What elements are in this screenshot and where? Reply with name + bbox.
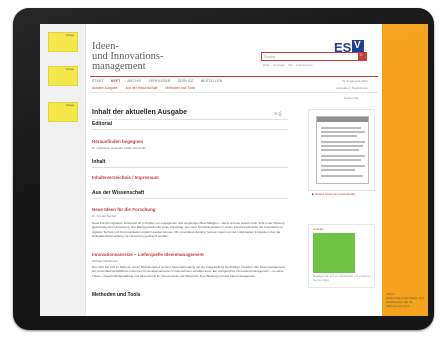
nav-item-archiv[interactable]: ARCHIV [127,79,141,83]
sticky-note-label: Vintage [65,34,74,37]
divider [92,119,288,120]
promo-box: Aktion Nutzen Sie unser Aktion und versc… [386,292,424,308]
divider [92,129,288,130]
issue-cover-thumbnail[interactable] [316,116,369,184]
access-status: Ihr Zugang ist aktiv [342,79,368,83]
left-panel: Vintage Vintage Vintage [40,24,86,316]
issue-cover-box [308,109,375,191]
cover-text-line [321,155,365,157]
login-links[interactable]: Anmelden | Registrieren [336,86,368,90]
article-title[interactable]: Neue Ideen für die Forschung [92,207,156,212]
article-teaser: Neue Forschungsideen entstehen oft in Kö… [92,221,285,239]
subnav-item-wissenschaft[interactable]: Aus der Wissenschaft [125,86,157,90]
page-title: Inhalt der aktuellen Ausgabe [92,109,188,116]
cover-text-line [321,135,357,137]
divider [92,198,288,199]
cover-text-line [321,149,359,151]
cover-header-band [317,117,368,122]
article-teaser: Der nicht flat sich im Rahmen seiner Bac… [92,265,285,278]
cover-text-line [321,145,363,147]
subnav-item-methoden[interactable]: Methoden und Tools [165,86,195,90]
nav-item-bestellen[interactable]: BESTELLEN [201,79,222,83]
utility-links[interactable]: Hilfe · Kontakt · Mit · Impressum [263,63,313,67]
search-placeholder: Suche [264,54,276,59]
nav-item-heft[interactable]: HEFT [111,79,121,83]
orange-side-panel [382,24,428,316]
section-methoden: Methoden und Tools [92,292,141,298]
nav-item-service[interactable]: SERVICE [178,79,194,83]
article-author: Michael Gänßmann [92,259,119,263]
nav-item-start[interactable]: START [92,79,104,83]
ad-image[interactable] [313,233,355,273]
cover-text-line [321,169,355,171]
cover-text-line [321,165,365,167]
sticky-note[interactable]: Vintage [48,32,78,52]
article-title[interactable]: Innovationsanreize – Lieferquelle Ideenm… [92,252,204,257]
site-logo[interactable]: Ideen- und Innovations- management [92,41,163,72]
search-input[interactable]: Suche ⌕ [261,52,367,61]
brand-mark-letter: V [354,40,361,51]
editorial-link[interactable]: Herausfinden begegnen [92,139,143,144]
header-divider [90,76,378,77]
cover-text-line [321,175,363,177]
info-text: Nutzen Sie [344,96,359,100]
section-wissenschaft: Aus der Wissenschaft [92,190,145,196]
divider [92,167,288,168]
ad-text: Beteiligen Sie sich am Wettbewerb und en… [313,275,371,282]
search-button[interactable]: ⌕ [358,52,366,60]
web-page: Ideen- und Innovations- management ES V … [86,24,382,316]
cover-text-line [321,131,365,133]
sticky-note[interactable]: Vintage [48,102,78,122]
sticky-note-label: Vintage [65,68,74,71]
ad-box: Anzeige Beteiligen Sie sich am Wettbewer… [308,224,375,288]
share-print-icons[interactable]: ✉ ⎙ [274,111,282,116]
nav-item-verfasser[interactable]: VERFASSER [148,79,170,83]
cover-text-line [321,159,361,161]
promo-text[interactable]: Nutzen Sie unser Aktion und verschenken … [386,296,424,308]
ad-label: Anzeige [313,227,324,231]
sticky-note[interactable]: Vintage [48,66,78,86]
cover-text-line [321,141,365,143]
inhalt-link[interactable]: Inhaltsverzeichnis / Impressum [92,175,159,180]
tablet-screen: Vintage Vintage Vintage Ideen- und Innov… [40,24,428,316]
main-nav: START HEFT ARCHIV VERFASSER SERVICE BEST… [92,79,222,83]
subnav-divider [90,92,378,93]
download-link[interactable]: ▶ Dieses Dokument downloaden [312,192,356,196]
editorial-meta: Dr. Christiane Gottwald, Malte Schneider [92,146,147,150]
sticky-note-label: Vintage [65,104,74,107]
cover-text-line [321,127,361,129]
site-title-line3: management [92,61,146,72]
search-icon: ⌕ [360,52,363,58]
subnav-item-aktuelle-ausgabe[interactable]: Aktuelle Ausgabe [92,86,117,90]
article-author: Dr. Friedel Sucher [92,214,117,218]
sub-nav: Aktuelle Ausgabe Aus der Wissenschaft Me… [92,86,195,90]
section-editorial: Editorial [92,121,113,127]
section-inhalt: Inhalt [92,159,106,165]
